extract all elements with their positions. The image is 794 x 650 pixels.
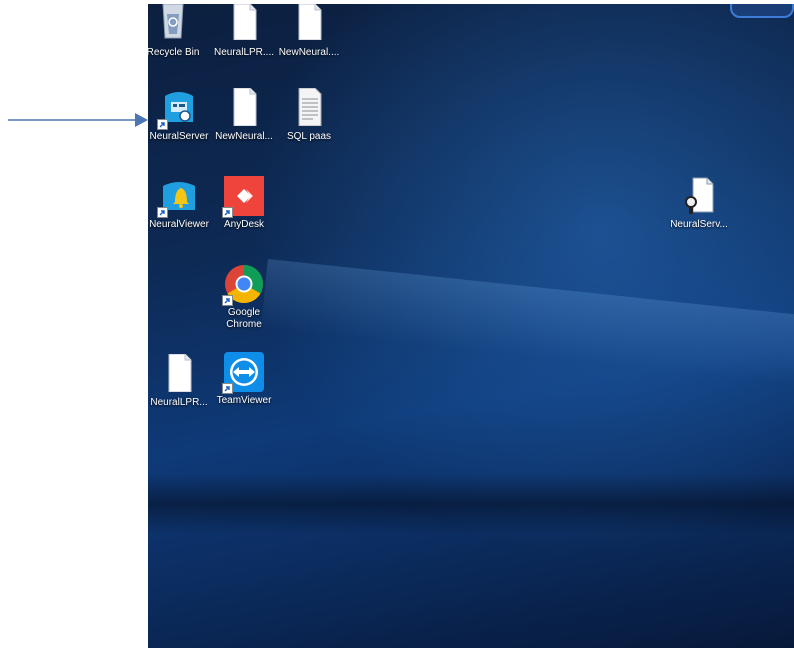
chrome-icon (222, 264, 264, 306)
file-icon (224, 4, 264, 44)
desktop-icon-neuralserver[interactable]: NeuralServer (148, 88, 212, 143)
recycle-bin-icon (153, 4, 193, 44)
neural-viewer-icon (157, 176, 199, 218)
desktop-icon-neuralserv-key[interactable]: NeuralServ... (666, 176, 732, 231)
icon-label: Google Chrome (226, 307, 262, 330)
icon-label: NeuralServer (149, 131, 209, 142)
desktop-icon-neurallpr[interactable]: NeuralLPR.... (211, 4, 277, 59)
file-icon (224, 87, 264, 128)
desktop-icon-neurallpr-2[interactable]: NeuralLPR... (148, 353, 212, 409)
desktop-icon-teamviewer[interactable]: TeamViewer (211, 352, 277, 407)
file-icon (159, 353, 199, 394)
icon-label: NeuralServ... (670, 219, 728, 230)
desktop-icon-neuralviewer[interactable]: NeuralViewer (148, 176, 212, 231)
icon-label: NeuralLPR.... (213, 47, 275, 58)
icon-label: NeuralLPR... (150, 397, 208, 408)
icon-label: AnyDesk (223, 219, 264, 230)
file-icon (289, 4, 329, 44)
icon-label: Recycle Bin (148, 47, 200, 58)
desktop-icon-recycle-bin[interactable]: Recycle Bin (148, 4, 206, 59)
wallpaper-shadow (148, 474, 794, 534)
icon-label: NewNeural... (215, 131, 273, 142)
desktop-icon-sql-paas[interactable]: SQL paas (276, 87, 342, 143)
annotation-arrow (8, 113, 148, 127)
anydesk-icon (222, 176, 264, 218)
shortcut-arrow-icon (157, 207, 168, 218)
neural-server-icon (157, 88, 199, 130)
shortcut-arrow-icon (222, 207, 233, 218)
icon-label: TeamViewer (216, 395, 272, 406)
icon-label: NewNeural.... (278, 47, 340, 58)
shortcut-arrow-icon (222, 383, 233, 394)
wallpaper-light-beam (260, 259, 794, 388)
desktop-icon-newneural-2[interactable]: NewNeural... (211, 87, 277, 143)
teamviewer-icon (222, 352, 264, 394)
shortcut-arrow-icon (157, 119, 168, 130)
desktop-icon-anydesk[interactable]: AnyDesk (211, 176, 277, 231)
notification-button[interactable] (730, 4, 794, 18)
icon-label: SQL paas (286, 131, 332, 142)
desktop-icon-google-chrome[interactable]: Google Chrome (211, 264, 277, 331)
desktop[interactable]: Recycle Bin NeuralLPR.... NewNeural.... (148, 4, 794, 648)
desktop-icon-newneural-1[interactable]: NewNeural.... (276, 4, 342, 59)
shortcut-arrow-icon (222, 295, 233, 306)
text-document-icon (289, 87, 329, 128)
icon-label: NeuralViewer (149, 219, 209, 230)
registry-key-file-icon (679, 176, 719, 216)
